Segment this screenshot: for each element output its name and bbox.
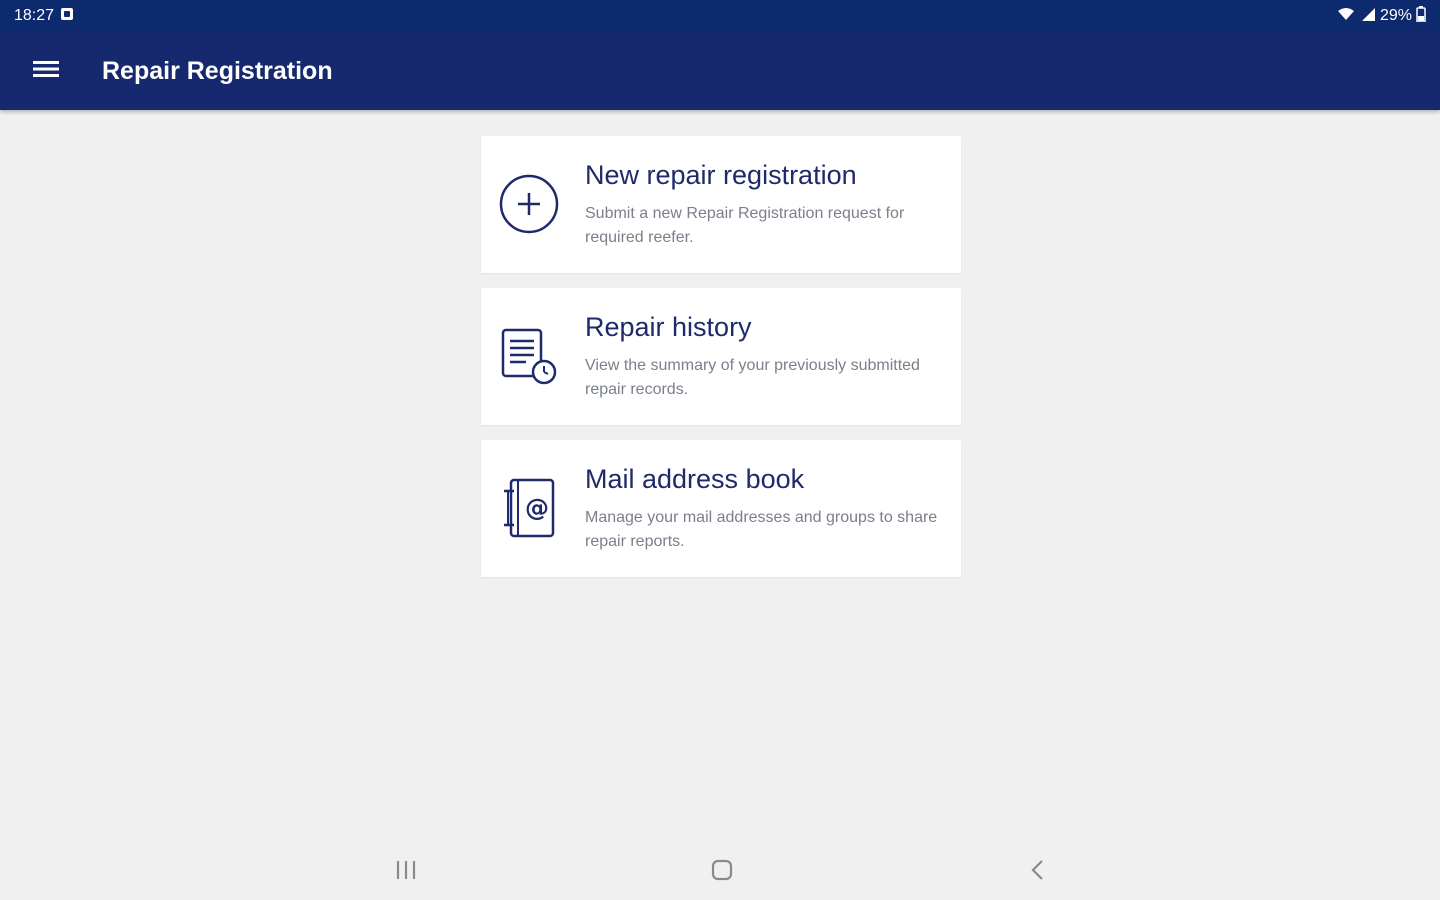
- card-description: Submit a new Repair Registration request…: [585, 205, 905, 246]
- recent-apps-icon: [394, 859, 418, 886]
- status-left: 18:27: [14, 7, 74, 26]
- card-description: View the summary of your previously subm…: [585, 357, 920, 398]
- mail-address-book-card[interactable]: @ Mail address book Manage your mail add…: [481, 440, 961, 577]
- app-bar: Repair Registration: [0, 32, 1440, 110]
- home-icon: [710, 858, 734, 887]
- back-icon: [1028, 858, 1048, 887]
- signal-icon: [1360, 6, 1376, 27]
- back-button[interactable]: [1016, 850, 1060, 894]
- address-book-icon: @: [497, 476, 561, 540]
- recent-apps-button[interactable]: [384, 850, 428, 894]
- status-time: 18:27: [14, 7, 55, 24]
- repair-history-card[interactable]: Repair history View the summary of your …: [481, 288, 961, 425]
- add-circle-icon: [497, 172, 561, 236]
- status-bar: 18:27 29%: [0, 0, 1440, 32]
- menu-button[interactable]: [0, 32, 92, 110]
- notification-icon: [60, 7, 74, 26]
- wifi-icon: [1336, 6, 1356, 27]
- page-title: Repair Registration: [102, 56, 333, 85]
- home-button[interactable]: [700, 850, 744, 894]
- battery-icon: [1416, 5, 1426, 27]
- hamburger-menu-icon: [33, 60, 59, 83]
- card-title: Repair history: [585, 312, 752, 342]
- card-title: New repair registration: [585, 160, 857, 190]
- new-repair-registration-card[interactable]: New repair registration Submit a new Rep…: [481, 136, 961, 273]
- card-description: Manage your mail addresses and groups to…: [585, 509, 938, 550]
- card-title: Mail address book: [585, 464, 805, 494]
- status-right: 29%: [1336, 5, 1426, 27]
- history-document-icon: [497, 324, 561, 388]
- system-nav-bar: [0, 840, 1440, 900]
- svg-text:@: @: [525, 494, 549, 522]
- battery-percent: 29%: [1379, 7, 1412, 24]
